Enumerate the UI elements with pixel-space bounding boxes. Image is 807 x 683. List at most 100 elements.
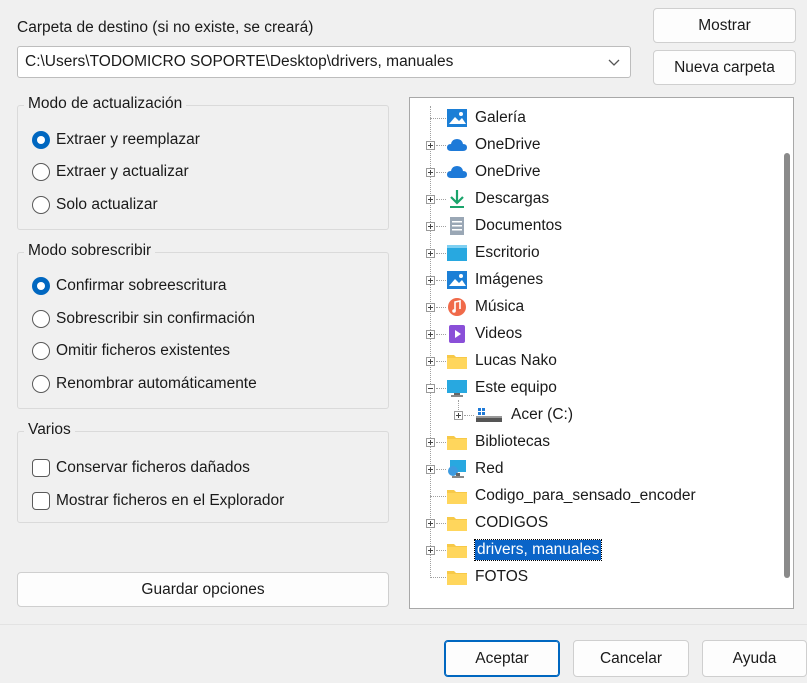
tree-item-label[interactable]: Descargas: [475, 190, 549, 208]
expand-toggle[interactable]: [426, 303, 435, 312]
tree-item-videos[interactable]: Videos: [446, 323, 522, 345]
tree-item-label[interactable]: Escritorio: [475, 244, 540, 262]
pictures-icon: [446, 270, 468, 290]
collapse-toggle[interactable]: [426, 384, 435, 393]
tree-item-desktop[interactable]: Escritorio: [446, 242, 540, 264]
folder-icon: [446, 432, 468, 452]
tree-item-label[interactable]: Red: [475, 460, 503, 478]
tree-item-label[interactable]: Imágenes: [475, 271, 543, 289]
tree-item-libraries[interactable]: Bibliotecas: [446, 431, 550, 453]
radio-label: Solo actualizar: [56, 196, 158, 213]
radio-overwrite-no-confirm[interactable]: Sobrescribir sin confirmación: [32, 310, 255, 328]
radio-button[interactable]: [32, 375, 50, 393]
radio-confirm-overwrite[interactable]: Confirmar sobreescritura: [32, 277, 227, 295]
tree-item-label[interactable]: Lucas Nako: [475, 352, 557, 370]
radio-only-update[interactable]: Solo actualizar: [32, 196, 158, 214]
tree-item-acer-c[interactable]: Acer (C:): [474, 404, 573, 426]
folder-icon: [446, 540, 468, 560]
chevron-down-icon[interactable]: [608, 56, 620, 68]
expand-toggle[interactable]: [426, 249, 435, 258]
tree-item-label[interactable]: Música: [475, 298, 524, 316]
radio-button[interactable]: [32, 277, 50, 295]
dest-path-value[interactable]: C:\Users\TODOMICRO SOPORTE\Desktop\drive…: [25, 53, 453, 71]
expand-toggle[interactable]: [426, 195, 435, 204]
tree-item-codigo-encoder[interactable]: Codigo_para_sensado_encoder: [446, 485, 696, 507]
tree-item-codigos[interactable]: CODIGOS: [446, 512, 548, 534]
radio-button[interactable]: [32, 342, 50, 360]
vertical-scrollbar[interactable]: [784, 153, 790, 578]
expand-toggle[interactable]: [426, 168, 435, 177]
expand-toggle[interactable]: [426, 438, 435, 447]
save-options-button[interactable]: Guardar opciones: [17, 572, 389, 607]
tree-item-label-selected[interactable]: drivers, manuales: [473, 539, 603, 561]
radio-button[interactable]: [32, 196, 50, 214]
tree-item-onedrive-2[interactable]: OneDrive: [446, 161, 540, 183]
tree-item-label[interactable]: Acer (C:): [511, 406, 573, 424]
network-icon: [446, 459, 468, 479]
radio-button[interactable]: [32, 163, 50, 181]
tree-item-label[interactable]: FOTOS: [475, 568, 528, 586]
expand-toggle[interactable]: [426, 276, 435, 285]
tree-item-label[interactable]: Documentos: [475, 217, 562, 235]
folder-icon: [446, 351, 468, 371]
tree-item-pictures[interactable]: Imágenes: [446, 269, 543, 291]
tree-item-label[interactable]: Este equipo: [475, 379, 557, 397]
tree-item-label[interactable]: Codigo_para_sensado_encoder: [475, 487, 696, 505]
checkbox-show-in-explorer[interactable]: Mostrar ficheros en el Explorador: [32, 492, 284, 510]
tree-item-gallery[interactable]: Galería: [446, 107, 526, 129]
radio-label: Omitir ficheros existentes: [56, 342, 230, 359]
tree-item-downloads[interactable]: Descargas: [446, 188, 549, 210]
tree-item-music[interactable]: Música: [446, 296, 524, 318]
tree-item-fotos[interactable]: FOTOS: [446, 566, 528, 588]
radio-extract-replace[interactable]: Extraer y reemplazar: [32, 131, 200, 149]
radio-skip-existing[interactable]: Omitir ficheros existentes: [32, 342, 230, 360]
radio-label: Renombrar automáticamente: [56, 375, 257, 392]
radio-label: Extraer y actualizar: [56, 163, 189, 180]
radio-auto-rename[interactable]: Renombrar automáticamente: [32, 375, 257, 393]
tree-item-label[interactable]: Videos: [475, 325, 522, 343]
tree-item-onedrive-1[interactable]: OneDrive: [446, 134, 540, 156]
onedrive-cloud-icon: [446, 162, 468, 182]
expand-toggle[interactable]: [454, 411, 463, 420]
misc-title: Varios: [24, 421, 75, 439]
tree-item-this-pc[interactable]: Este equipo: [446, 377, 557, 399]
checkbox-keep-broken[interactable]: Conservar ficheros dañados: [32, 459, 250, 477]
folder-tree[interactable]: Galería OneDrive OneDrive Descargas Docu…: [409, 97, 794, 609]
accept-button[interactable]: Aceptar: [444, 640, 560, 677]
expand-toggle[interactable]: [426, 141, 435, 150]
tree-item-lucas-nako[interactable]: Lucas Nako: [446, 350, 557, 372]
expand-toggle[interactable]: [426, 465, 435, 474]
expand-toggle[interactable]: [426, 330, 435, 339]
desktop-icon: [446, 243, 468, 263]
expand-toggle[interactable]: [426, 546, 435, 555]
show-button[interactable]: Mostrar: [653, 8, 796, 43]
checkbox[interactable]: [32, 492, 50, 510]
tree-item-drivers-manuales[interactable]: drivers, manuales: [446, 539, 603, 561]
radio-button[interactable]: [32, 310, 50, 328]
video-icon: [446, 324, 468, 344]
update-mode-title: Modo de actualización: [24, 95, 187, 113]
tree-item-network[interactable]: Red: [446, 458, 503, 480]
tree-item-label[interactable]: OneDrive: [475, 136, 540, 154]
tree-item-label[interactable]: OneDrive: [475, 163, 540, 181]
tree-item-label[interactable]: Bibliotecas: [475, 433, 550, 451]
expand-toggle[interactable]: [426, 222, 435, 231]
radio-label: Extraer y reemplazar: [56, 131, 200, 148]
cancel-button[interactable]: Cancelar: [573, 640, 689, 677]
folder-icon: [446, 567, 468, 587]
onedrive-cloud-icon: [446, 135, 468, 155]
help-button[interactable]: Ayuda: [702, 640, 807, 677]
radio-label: Sobrescribir sin confirmación: [56, 310, 255, 327]
tree-item-label[interactable]: CODIGOS: [475, 514, 548, 532]
folder-icon: [446, 513, 468, 533]
tree-item-label[interactable]: Galería: [475, 109, 526, 127]
checkbox[interactable]: [32, 459, 50, 477]
radio-extract-update[interactable]: Extraer y actualizar: [32, 163, 189, 181]
tree-item-documents[interactable]: Documentos: [446, 215, 562, 237]
radio-button[interactable]: [32, 131, 50, 149]
expand-toggle[interactable]: [426, 519, 435, 528]
expand-toggle[interactable]: [426, 357, 435, 366]
folder-icon: [446, 486, 468, 506]
new-folder-button[interactable]: Nueva carpeta: [653, 50, 796, 85]
dest-path-combobox[interactable]: C:\Users\TODOMICRO SOPORTE\Desktop\drive…: [17, 46, 631, 78]
